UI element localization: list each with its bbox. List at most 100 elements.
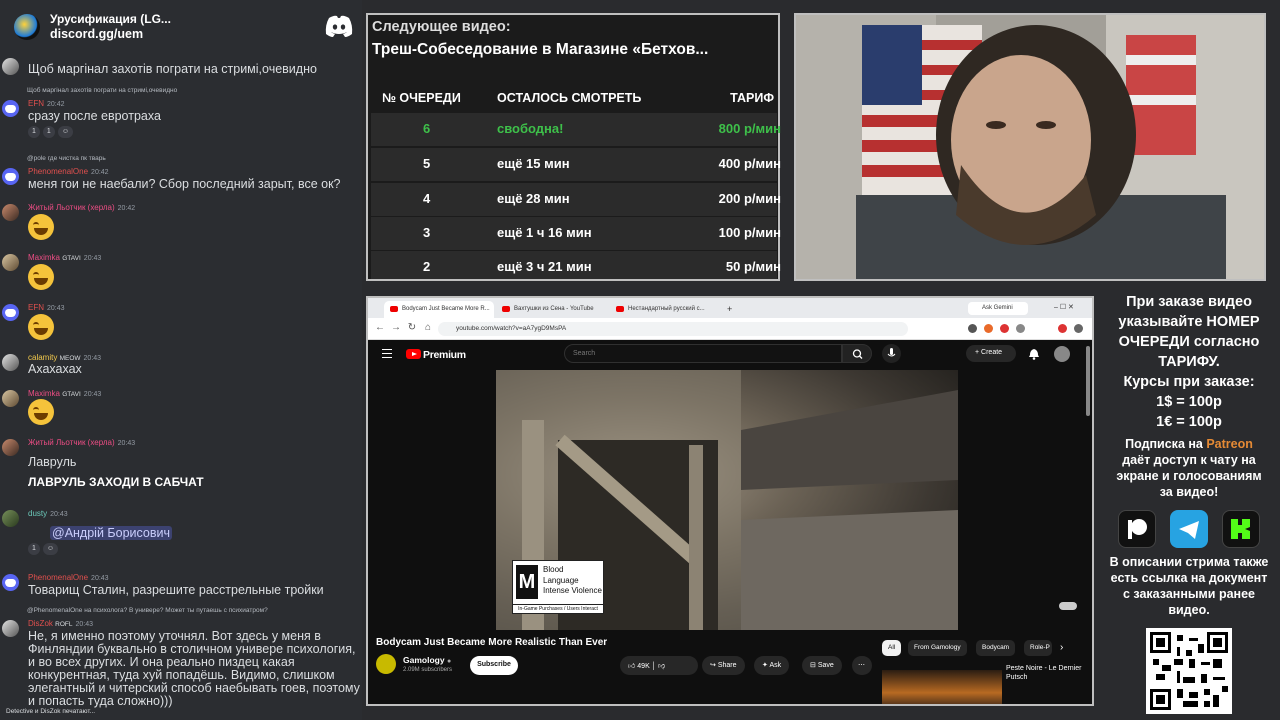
reload-icon[interactable]: ↻ xyxy=(406,322,418,333)
avatar xyxy=(2,439,19,456)
recommended-thumbnail[interactable] xyxy=(882,670,1002,704)
browser-tab[interactable]: Вахтушки из Сена - YouTube xyxy=(496,301,608,318)
window-controls-icon[interactable]: – ☐ ✕ xyxy=(1054,301,1088,318)
reactions: 1 1 ☺ xyxy=(28,126,73,138)
recommended-title[interactable]: Peste Noire - Le Dernier Putsch xyxy=(1006,664,1086,682)
chevron-right-icon[interactable]: › xyxy=(1060,642,1063,653)
reaction[interactable]: 1 xyxy=(42,126,55,138)
telegram-icon[interactable] xyxy=(1170,510,1208,548)
queue-panel: Следующее видео: Треш-Собеседование в Ма… xyxy=(366,13,781,281)
extension-icon[interactable] xyxy=(1016,324,1025,333)
chip-from-channel[interactable]: From Gamology xyxy=(908,640,967,656)
server-name: Урусификация (LG... xyxy=(50,12,171,26)
reactions: 1 ☺ xyxy=(28,543,59,555)
typing-indicator: Detective и DisZok печатают... xyxy=(6,708,96,715)
extension-icon[interactable] xyxy=(968,324,977,333)
server-invite: discord.gg/uem xyxy=(50,27,144,41)
share-button[interactable]: ↪ Share xyxy=(702,656,745,675)
timestamp: 20:42 xyxy=(91,169,109,176)
channel-name[interactable]: Gamology ● xyxy=(403,655,451,665)
avatar[interactable] xyxy=(1054,346,1070,362)
profile-icon[interactable] xyxy=(1058,324,1067,333)
reaction[interactable]: 1 xyxy=(28,543,40,555)
timestamp: 20:43 xyxy=(91,575,109,582)
user-mention[interactable]: @Андрій Борисович xyxy=(50,526,172,540)
queue-header-position: № ОЧЕРЕДИ xyxy=(382,91,461,105)
ask-gemini-button[interactable]: Ask Gemini xyxy=(968,302,1028,315)
document-info: В описании стрима также есть ссылка на д… xyxy=(1109,555,1269,617)
message-text: Не, я именно поэтому уточнял. Вот здесь … xyxy=(28,629,360,708)
back-icon[interactable]: ← xyxy=(374,322,386,333)
like-button[interactable]: 👍︎ 49K │ 👎︎ xyxy=(620,656,698,675)
bell-icon[interactable] xyxy=(1028,348,1040,360)
message-text: Товарищ Сталин, разрешите расстрельные т… xyxy=(28,583,324,597)
new-tab-icon[interactable]: + xyxy=(724,301,738,318)
extension-icon[interactable] xyxy=(1000,324,1009,333)
patreon-icon[interactable] xyxy=(1118,510,1156,548)
avatar xyxy=(2,254,19,271)
controller-icon[interactable] xyxy=(1058,600,1078,612)
bookmark-icon: ⊟ xyxy=(810,662,816,669)
chip-role-play[interactable]: Role-P xyxy=(1024,640,1052,656)
tab-bar: Bodycam Just Became More R... Вахтушки и… xyxy=(368,298,1092,318)
username[interactable]: dusty 20:43 xyxy=(28,509,68,520)
reaction[interactable]: 1 xyxy=(28,126,40,138)
extension-icon[interactable] xyxy=(984,324,993,333)
browser-tab[interactable]: Bodycam Just Became More R... xyxy=(384,301,494,318)
qr-code[interactable] xyxy=(1146,628,1232,714)
reply-preview[interactable]: Щоб маргінал захотів пограти на стримі,о… xyxy=(27,87,177,94)
username[interactable]: Житый Льотчик (херла) 20:42 xyxy=(28,203,135,214)
home-icon[interactable]: ⌂ xyxy=(422,322,434,333)
add-reaction-icon[interactable]: ☺ xyxy=(57,126,73,138)
avatar xyxy=(2,100,19,117)
sparkle-icon: ✦ xyxy=(762,662,768,669)
video-player[interactable]: M Blood Language Intense Violence In-Gam… xyxy=(496,370,958,630)
ask-button[interactable]: ✦ Ask xyxy=(754,656,790,675)
red-flag xyxy=(1126,35,1196,155)
username[interactable]: Maximka GTAVI 20:43 xyxy=(28,253,101,264)
more-actions-icon[interactable]: ⋯ xyxy=(852,656,872,675)
search-button[interactable] xyxy=(842,344,872,363)
create-button[interactable]: + Create xyxy=(966,345,1016,362)
patreon-link[interactable]: Patreon xyxy=(1206,437,1253,451)
avatar xyxy=(2,620,19,637)
username[interactable]: EFN 20:43 xyxy=(28,303,65,314)
channel-avatar[interactable] xyxy=(376,654,396,674)
message-text: @Андрій Борисович xyxy=(50,526,172,541)
menu-icon[interactable] xyxy=(1074,324,1083,333)
scrollbar[interactable] xyxy=(1086,346,1090,416)
reply-preview[interactable]: @pole где чистка пк тварь xyxy=(27,155,106,162)
thumbs-down-icon[interactable]: 👎︎ xyxy=(658,663,665,670)
queue-row: 5 ещё 15 мин 400 р/мин xyxy=(371,148,781,181)
social-icons xyxy=(1098,510,1280,548)
subscribe-button[interactable]: Subscribe xyxy=(470,656,518,675)
timestamp: 20:43 xyxy=(117,440,136,447)
stream-overlay: Урусификация (LG... discord.gg/uem Щоб м… xyxy=(0,0,1280,720)
user-tag: GTAVI xyxy=(62,255,81,262)
browser-tab[interactable]: Нестандартный русский с... xyxy=(610,301,722,318)
queue-row: 6 свободна! 800 р/мин xyxy=(371,113,781,146)
search-input[interactable]: Search xyxy=(564,344,842,363)
kick-icon[interactable] xyxy=(1222,510,1260,548)
avatar xyxy=(2,390,19,407)
tab-label: Нестандартный русский с... xyxy=(628,306,705,312)
forward-icon[interactable]: → xyxy=(390,322,402,333)
youtube-premium-logo[interactable]: Premium xyxy=(423,349,466,361)
username[interactable]: Житый Льотчик (херла) 20:43 xyxy=(28,438,135,449)
message-text: ЛАВРУЛЬ ЗАХОДИ В САБЧАТ xyxy=(28,475,204,489)
hamburger-menu-icon[interactable] xyxy=(382,349,392,358)
laughing-emoji-icon xyxy=(28,264,54,290)
url-input[interactable]: youtube.com/watch?v=aA7ygD9MsPA xyxy=(438,322,908,336)
youtube-logo-icon[interactable] xyxy=(406,349,421,359)
save-button[interactable]: ⊟ Save xyxy=(802,656,842,675)
queue-position: 6 xyxy=(423,121,431,136)
queue-position: 2 xyxy=(423,259,431,274)
video-title: Bodycam Just Became More Realistic Than … xyxy=(376,637,608,648)
chip-all[interactable]: All xyxy=(882,640,902,656)
chip-bodycam[interactable]: Bodycam xyxy=(976,640,1016,656)
add-reaction-icon[interactable]: ☺ xyxy=(42,543,59,555)
timestamp: 20:42 xyxy=(117,205,136,212)
microphone-icon[interactable] xyxy=(882,344,901,363)
reply-preview[interactable]: @PhenomenalOne на психолога? В универе? … xyxy=(27,607,268,614)
queue-remaining: ещё 28 мин xyxy=(497,191,570,206)
